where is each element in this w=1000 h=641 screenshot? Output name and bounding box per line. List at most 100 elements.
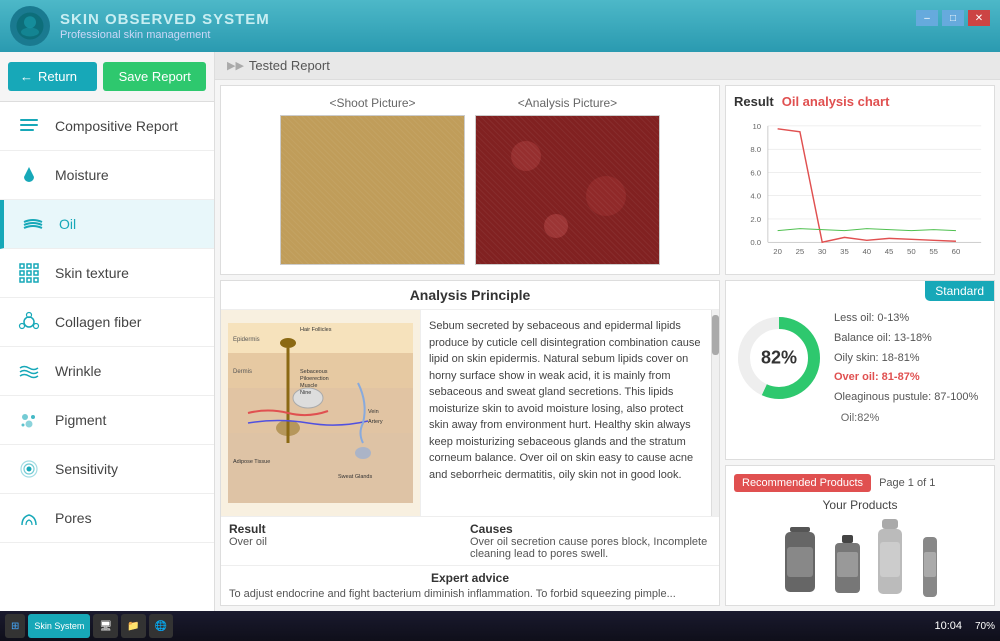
product-2 (830, 532, 865, 597)
analysis-picture (475, 115, 660, 265)
causes-col: Causes Over oil secretion cause pores bl… (470, 522, 711, 560)
svg-text:Nine: Nine (300, 390, 311, 396)
svg-text:6.0: 6.0 (750, 168, 761, 177)
gauge-section: Standard 82% (725, 280, 995, 460)
svg-text:Muscle: Muscle (300, 383, 317, 389)
sidebar-label-oil: Oil (59, 216, 76, 232)
sidebar: ← Return Save Report Compositive Report … (0, 52, 215, 611)
scrollbar-thumb[interactable] (712, 315, 719, 355)
analysis-text[interactable]: Sebum secreted by sebaceous and epiderma… (421, 310, 711, 516)
titlebar: SKIN OBSERVED SYSTEM Professional skin m… (0, 0, 1000, 52)
left-panel: <Shoot Picture> <Analysis Picture> (220, 85, 720, 606)
analysis-picture-container: <Analysis Picture> (475, 96, 660, 265)
chart-title: Oil analysis chart (782, 94, 890, 109)
analysis-title: Analysis Principle (221, 281, 719, 310)
shoot-picture (280, 115, 465, 265)
sidebar-item-moisture[interactable]: Moisture (0, 151, 214, 200)
taskbar-notice: 70% (975, 621, 995, 632)
svg-text:20: 20 (773, 247, 782, 256)
svg-text:50: 50 (907, 247, 916, 256)
svg-text:0.0: 0.0 (750, 238, 761, 247)
donut-chart: 82% (734, 313, 824, 403)
svg-text:Adipose Tissue: Adipose Tissue (233, 459, 270, 465)
svg-text:60: 60 (952, 247, 961, 256)
products-section: Recommended Products Page 1 of 1 Your Pr… (725, 465, 995, 606)
pigment-icon (15, 406, 43, 434)
moisture-icon (15, 161, 43, 189)
taskbar: ⊞ Skin System 🖥 📁 🌐 10:04 70% (0, 611, 1000, 641)
return-button[interactable]: ← Return (8, 62, 97, 91)
return-icon: ← (20, 69, 33, 84)
sidebar-label-compositive: Compositive Report (55, 118, 178, 134)
taskbar-start[interactable]: ⊞ (5, 614, 25, 638)
taskbar-item-4[interactable]: 🌐 (149, 614, 173, 638)
svg-text:35: 35 (840, 247, 849, 256)
analysis-body: Epidermis Dermis Hair Follicles S (221, 310, 719, 516)
content-area: ▶▶ Tested Report <Shoot Picture> (215, 52, 1000, 611)
collagen-icon (15, 308, 43, 336)
products-header: Recommended Products Page 1 of 1 (734, 474, 986, 492)
restore-button[interactable]: □ (942, 10, 964, 26)
app-title-group: SKIN OBSERVED SYSTEM Professional skin m… (60, 11, 270, 41)
sidebar-item-sensitivity[interactable]: Sensitivity (0, 445, 214, 494)
wrinkle-icon (15, 357, 43, 385)
sidebar-actions: ← Return Save Report (0, 52, 214, 102)
svg-text:2.0: 2.0 (750, 215, 761, 224)
svg-text:Epidermis: Epidermis (233, 337, 260, 343)
oil-stats-container: Less oil: 0-13% Balance oil: 13-18% Oily… (834, 309, 978, 408)
result-value: Over oil (229, 536, 470, 548)
content-split: <Shoot Picture> <Analysis Picture> (215, 80, 1000, 611)
sidebar-item-collagen[interactable]: Collagen fiber (0, 298, 214, 347)
sidebar-item-pigment[interactable]: Pigment (0, 396, 214, 445)
breadcrumb-icon: ▶▶ (227, 59, 244, 72)
sidebar-label-sensitivity: Sensitivity (55, 461, 118, 477)
sensitivity-icon (15, 455, 43, 483)
recommended-badge: Recommended Products (734, 474, 871, 492)
causes-label: Causes (470, 522, 711, 536)
return-label: Return (38, 69, 77, 84)
svg-text:55: 55 (929, 247, 938, 256)
save-label: Save Report (119, 69, 191, 84)
analysis-label: <Analysis Picture> (475, 96, 660, 110)
save-report-button[interactable]: Save Report (103, 62, 206, 91)
stat-0: Less oil: 0-13% (834, 309, 978, 329)
svg-text:30: 30 (818, 247, 827, 256)
minimize-button[interactable]: – (916, 10, 938, 26)
skin-texture-icon (15, 259, 43, 287)
donut-percentage: 82% (761, 348, 797, 369)
breadcrumb-label: Tested Report (249, 58, 330, 73)
sidebar-label-moisture: Moisture (55, 167, 109, 183)
sidebar-item-skin-texture[interactable]: Skin texture (0, 249, 214, 298)
sidebar-item-wrinkle[interactable]: Wrinkle (0, 347, 214, 396)
close-button[interactable]: ✕ (968, 10, 990, 26)
oil-icon (19, 210, 47, 238)
shoot-picture-container: <Shoot Picture> (280, 96, 465, 265)
skin-diagram-container: Epidermis Dermis Hair Follicles S (221, 310, 421, 516)
result-causes: Result Over oil Causes Over oil secretio… (221, 516, 719, 565)
sidebar-item-oil[interactable]: Oil (0, 200, 214, 249)
analysis-scrollbar[interactable] (711, 310, 719, 516)
svg-text:Piloerection: Piloerection (300, 376, 329, 382)
svg-text:Artery: Artery (368, 419, 383, 425)
oil-stats: Less oil: 0-13% Balance oil: 13-18% Oily… (834, 309, 978, 408)
breadcrumb: ▶▶ Tested Report (215, 52, 1000, 80)
result-label: Result (229, 522, 470, 536)
products-display (734, 517, 986, 597)
sidebar-label-collagen: Collagen fiber (55, 314, 141, 330)
main-container: ← Return Save Report Compositive Report … (0, 52, 1000, 611)
svg-text:25: 25 (796, 247, 805, 256)
taskbar-item-3[interactable]: 📁 (121, 614, 145, 638)
svg-text:8.0: 8.0 (750, 145, 761, 154)
result-col: Result Over oil (229, 522, 470, 560)
expert-label: Expert advice (229, 571, 711, 585)
sidebar-item-pores[interactable]: Pores (0, 494, 214, 543)
taskbar-item-2[interactable]: 🖥 (93, 614, 118, 638)
app-title: SKIN OBSERVED SYSTEM (60, 11, 270, 29)
taskbar-app[interactable]: Skin System (28, 614, 90, 638)
window-controls: – □ ✕ (916, 10, 990, 26)
svg-text:Vein: Vein (368, 409, 379, 415)
sidebar-item-compositive[interactable]: Compositive Report (0, 102, 214, 151)
causes-value: Over oil secretion cause pores block, In… (470, 536, 711, 560)
your-products-label: Your Products (734, 498, 986, 512)
svg-text:Sebaceous: Sebaceous (300, 369, 328, 375)
